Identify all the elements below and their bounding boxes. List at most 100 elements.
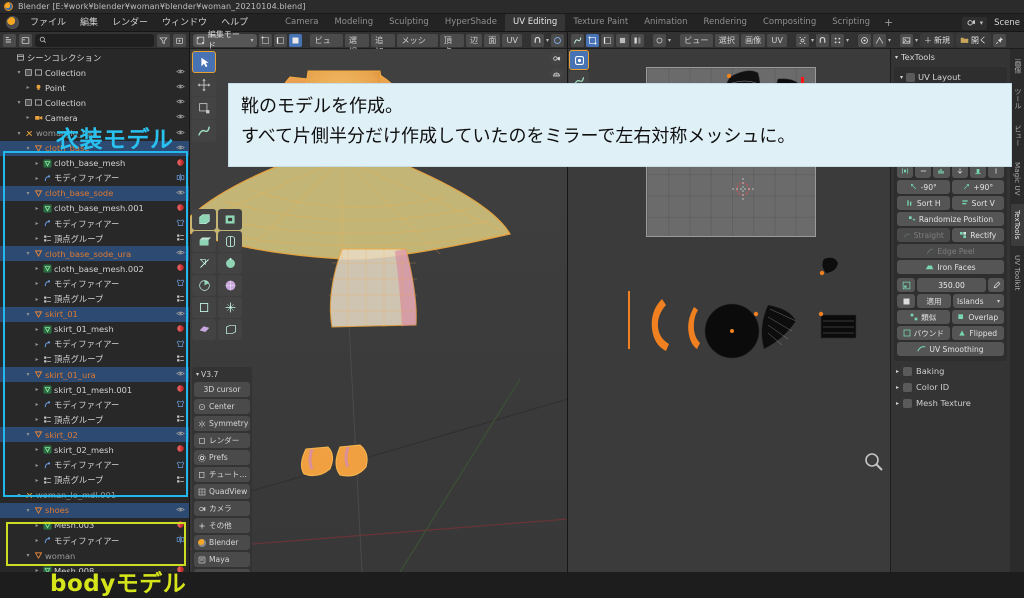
vertex-select-icon[interactable]	[258, 33, 272, 47]
vertex-group-icon[interactable]	[176, 233, 185, 244]
outliner-row-cloth_base_sode_ura[interactable]: ▾ cloth_base_sode_ura	[0, 246, 189, 262]
visibility-eye-icon[interactable]	[176, 429, 185, 440]
menu-window[interactable]: ウィンドウ	[155, 14, 214, 32]
outliner-row-------[interactable]: ▸ 頂点グループ	[0, 473, 189, 488]
visibility-eye-icon[interactable]	[176, 505, 185, 516]
workspace-tab-texture-paint[interactable]: Texture Paint	[565, 14, 636, 31]
new-image-button[interactable]: ＋新規	[920, 33, 955, 47]
v37-render-button[interactable]: レンダー	[194, 433, 250, 448]
add-workspace-button[interactable]: +	[878, 15, 899, 30]
v37-symmetry-button[interactable]: Symmetry	[194, 416, 250, 431]
material-icon[interactable]	[176, 158, 185, 169]
move-tool-icon[interactable]	[192, 74, 216, 96]
uv-menu-select[interactable]: 選択	[714, 33, 739, 47]
flipped-button[interactable]: Flipped	[951, 326, 1004, 340]
material-icon[interactable]	[176, 565, 185, 572]
snap-target-icon[interactable]	[830, 33, 844, 47]
apply-checkbox[interactable]	[897, 294, 915, 308]
texture-size-field[interactable]: 350.00	[917, 278, 986, 292]
outliner-row-mesh.003[interactable]: ▸ Mesh.003	[0, 518, 189, 533]
cloth-modifier-icon[interactable]	[176, 339, 185, 350]
toggle-xray-icon[interactable]	[550, 68, 563, 81]
visibility-eye-icon[interactable]	[176, 143, 185, 154]
falloff-curve-icon[interactable]	[873, 33, 886, 47]
tab-textools[interactable]: TexTools	[1011, 204, 1024, 246]
magnet-snap-icon[interactable]	[530, 33, 544, 47]
cloth-modifier-icon[interactable]	[176, 460, 185, 471]
overlap-button[interactable]: Overlap	[951, 310, 1004, 324]
outliner-row-collection[interactable]: ▾ Collection	[0, 65, 189, 80]
v37-3d-cursor-button[interactable]: 3D cursor	[194, 382, 250, 397]
rip-region-icon[interactable]	[192, 319, 216, 340]
v37-camera-button[interactable]: カメラ	[194, 501, 250, 516]
vertex-group-icon[interactable]	[176, 354, 185, 365]
viewport-menu-edge[interactable]: 辺	[466, 33, 483, 47]
material-icon[interactable]	[176, 520, 185, 531]
texture-size-icon-button[interactable]	[897, 278, 915, 292]
cloth-modifier-icon[interactable]	[176, 399, 185, 410]
material-icon[interactable]	[176, 324, 185, 335]
disclosure-triangle[interactable]: ▾	[24, 503, 32, 518]
outliner-row-woman_lo_mdl.001[interactable]: ▾ woman_lo_mdl.001	[0, 488, 189, 503]
visibility-eye-icon[interactable]	[176, 112, 185, 123]
cloth-modifier-icon[interactable]	[176, 278, 185, 289]
outliner-row-------[interactable]: ▸ 頂点グループ	[0, 352, 189, 367]
rectify-button[interactable]: Rectify	[951, 228, 1004, 242]
disclosure-triangle[interactable]: ▸	[33, 231, 41, 246]
poly-build-icon[interactable]	[218, 253, 242, 274]
disclosure-triangle[interactable]: ▾	[24, 186, 32, 201]
outliner-display-mode-icon[interactable]	[3, 33, 16, 47]
outliner-row-skirt_01_mesh.001[interactable]: ▸ skirt_01_mesh.001	[0, 382, 189, 397]
tab-image[interactable]: 画像	[1011, 53, 1024, 79]
textools-header[interactable]: ▾ TexTools	[891, 49, 1010, 65]
id-type-filter-icon[interactable]	[19, 33, 32, 47]
section-color-id[interactable]: ▸ Color ID	[891, 379, 1010, 395]
viewport-menu-vertex[interactable]: 頂点	[439, 33, 465, 56]
disclosure-triangle[interactable]: ▸	[33, 563, 41, 572]
outliner-row----------[interactable]: シーンコレクション	[0, 50, 189, 65]
viewport-menu-select[interactable]: 選択	[344, 33, 370, 56]
v37-quadview-button[interactable]: QuadView	[194, 484, 250, 499]
outliner-row-mesh.008[interactable]: ▸ Mesh.008	[0, 563, 189, 572]
outliner-row-woman[interactable]: ▾ woman	[0, 548, 189, 563]
disclosure-triangle[interactable]: ▸	[33, 276, 41, 291]
vertex-group-icon[interactable]	[176, 475, 185, 486]
disclosure-triangle[interactable]: ▸	[33, 458, 41, 473]
section-mesh-texture[interactable]: ▸ Mesh Texture	[891, 395, 1010, 411]
eyedropper-button[interactable]	[988, 278, 1004, 292]
visibility-eye-icon[interactable]	[176, 128, 185, 139]
disclosure-triangle[interactable]: ▸	[33, 533, 41, 548]
workspace-tab-camera[interactable]: Camera	[277, 14, 326, 31]
disclosure-triangle[interactable]: ▸	[33, 261, 41, 276]
scene-name[interactable]: Scene	[990, 18, 1020, 28]
disclosure-triangle[interactable]: ▸	[33, 412, 41, 427]
workspace-tab-hypershade[interactable]: HyperShade	[437, 14, 505, 31]
straight-button[interactable]: Straight	[897, 228, 950, 242]
camera-view-icon[interactable]	[550, 52, 563, 65]
disclosure-triangle[interactable]: ▸	[33, 156, 41, 171]
rotate-ccw-button[interactable]: -90°	[897, 180, 950, 194]
uv-face-icon[interactable]	[616, 33, 629, 47]
disclosure-triangle[interactable]: ▸	[33, 216, 41, 231]
disclosure-triangle[interactable]: ▾	[15, 95, 23, 110]
outliner-tree[interactable]: シーンコレクション ▾ Collection ▸ Point ▾ Collection ▸ Ca…	[0, 49, 189, 572]
open-image-button[interactable]: 開く	[956, 33, 992, 47]
uv-editor-icon[interactable]	[571, 33, 584, 47]
material-icon[interactable]	[176, 203, 185, 214]
vertex-group-icon[interactable]	[176, 414, 185, 425]
outliner-row---------[interactable]: ▸ モディファイアー	[0, 533, 189, 548]
scale-tool-icon[interactable]	[192, 97, 216, 119]
outliner-row-skirt_01_ura[interactable]: ▾ skirt_01_ura	[0, 366, 189, 383]
funnel-filter-icon[interactable]	[157, 33, 170, 47]
uv-vertex-icon[interactable]	[586, 33, 599, 47]
tab-magic-uv[interactable]: Magic UV	[1011, 156, 1024, 202]
outliner-row-point[interactable]: ▸ Point	[0, 80, 189, 95]
outliner-row-------[interactable]: ▸ 頂点グループ	[0, 292, 189, 307]
blender-menu-logo-icon[interactable]	[6, 16, 19, 29]
annotate-tool-icon[interactable]	[192, 120, 216, 142]
disclosure-triangle[interactable]: ▾	[24, 548, 32, 563]
outliner-row-cloth_base_mesh.002[interactable]: ▸ cloth_base_mesh.002	[0, 261, 189, 276]
uv-edge-icon[interactable]	[601, 33, 614, 47]
outliner-row-shoes[interactable]: ▾ shoes	[0, 502, 189, 518]
tweak-tool-icon[interactable]	[569, 50, 589, 70]
